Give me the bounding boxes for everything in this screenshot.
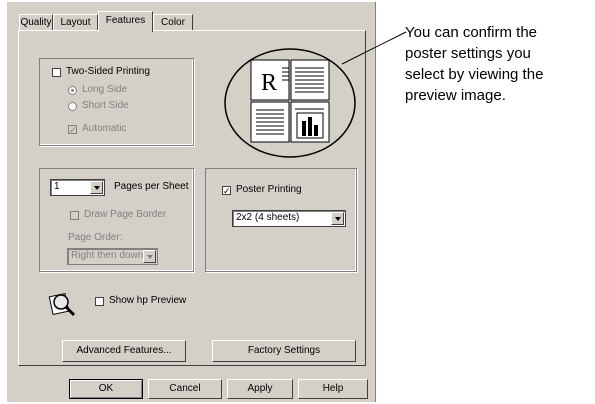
poster-size-select[interactable]: 2x2 (4 sheets) — [232, 210, 346, 227]
callout-annotation: You can confirm the poster settings you … — [405, 22, 543, 106]
callout-line-4: preview image. — [405, 87, 506, 104]
automatic-label: Automatic — [82, 123, 127, 134]
poster-printing-label: Poster Printing — [236, 184, 302, 195]
two-sided-label: Two-Sided Printing — [66, 66, 150, 77]
preview-sheet-bottom-right — [290, 101, 330, 143]
advanced-features-button[interactable]: Advanced Features... — [62, 340, 186, 362]
svg-text:R: R — [261, 70, 277, 96]
callout-line-3: select by viewing the — [405, 66, 544, 83]
cancel-button[interactable]: Cancel — [148, 379, 222, 399]
show-hp-preview-checkbox[interactable] — [95, 297, 104, 306]
chevron-down-icon[interactable] — [143, 250, 156, 263]
tab-quality[interactable]: Quality — [19, 14, 53, 31]
tab-features[interactable]: Features — [98, 11, 153, 32]
callout-line-2: poster settings you — [405, 45, 531, 62]
pages-per-sheet-value: 1 — [54, 181, 60, 192]
callout-line-1: You can confirm the — [405, 24, 538, 41]
short-side-radio[interactable] — [68, 102, 77, 111]
hp-preview-magnifier-icon — [48, 292, 76, 317]
pages-per-sheet-label: Pages per Sheet — [114, 181, 189, 192]
draw-page-border-label: Draw Page Border — [84, 209, 167, 220]
page-order-label: Page Order: — [68, 232, 123, 243]
pages-per-sheet-select[interactable]: 1 — [50, 179, 105, 196]
poster-printing-checkbox[interactable]: ✓ — [222, 186, 231, 196]
tab-layout[interactable]: Layout — [53, 14, 98, 31]
poster-preview-image: R — [224, 48, 356, 158]
long-side-label: Long Side — [82, 84, 128, 95]
two-sided-checkbox[interactable] — [52, 68, 61, 77]
preview-sheet-bottom-left — [250, 101, 290, 143]
short-side-label: Short Side — [82, 100, 129, 111]
page-order-value: Right then down — [71, 250, 144, 261]
ok-button[interactable]: OK — [69, 379, 143, 399]
long-side-radio[interactable] — [68, 86, 77, 95]
tab-color[interactable]: Color — [153, 14, 193, 31]
show-hp-preview-label: Show hp Preview — [109, 295, 187, 306]
chevron-down-icon[interactable] — [90, 181, 103, 194]
draw-page-border-checkbox[interactable] — [70, 211, 79, 220]
apply-button[interactable]: Apply — [227, 379, 293, 399]
chevron-down-icon[interactable] — [331, 212, 344, 225]
page-order-select[interactable]: Right then down — [67, 248, 158, 265]
help-button[interactable]: Help — [298, 379, 368, 399]
automatic-checkbox[interactable]: ✓ — [68, 125, 77, 135]
callout-leader-line — [341, 31, 407, 65]
poster-size-value: 2x2 (4 sheets) — [236, 212, 300, 223]
factory-settings-button[interactable]: Factory Settings — [212, 340, 356, 362]
